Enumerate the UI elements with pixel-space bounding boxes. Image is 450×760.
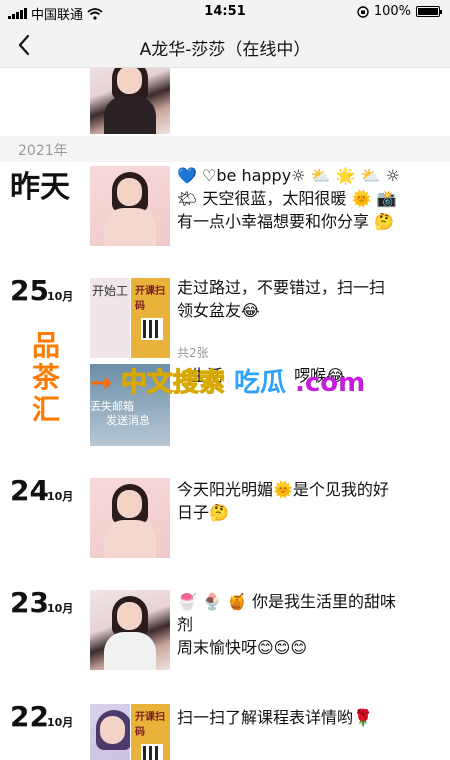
post-line: 剂 <box>177 615 194 634</box>
watermark-arrow: → <box>90 368 112 398</box>
post-day: 25 <box>10 274 49 307</box>
post-day: 23 <box>10 586 49 619</box>
post-line: 走过路过，不要错过，扫一扫 <box>177 278 386 297</box>
post-line: 有一点小幸福想要和你分享 🤔 <box>177 212 395 231</box>
post-photo[interactable]: 开课扫码 <box>131 278 170 358</box>
post-line: 扫一扫了解课程表详情哟🌹 <box>177 708 373 727</box>
post-line: 今天阳光明媚🌞是个见我的好 <box>177 480 389 499</box>
qr-code-icon <box>141 318 163 340</box>
post-photo[interactable] <box>90 704 130 760</box>
watermark-vertical: 品 茶 汇 <box>32 330 72 426</box>
poster-title: 开课扫码 <box>135 712 165 738</box>
watermark-char: 汇 <box>32 393 61 426</box>
page-title: A龙华-莎莎（在线中） <box>139 40 311 60</box>
battery-icon <box>416 6 442 17</box>
image-count: 共2张 <box>177 346 209 360</box>
post-month: 10月 <box>47 602 74 615</box>
post-day: 22 <box>10 700 49 733</box>
post-date: 昨天 <box>10 170 70 205</box>
watermark-part: 吃瓜 <box>233 368 286 398</box>
post-line: 🍧 🍨 🍯 你是我生活里的甜味 <box>177 592 397 611</box>
orientation-lock-icon <box>357 5 369 18</box>
poster-caption: 开始工 <box>92 284 129 298</box>
overlay-line: 发送消息 <box>106 414 150 427</box>
post-photo[interactable]: 开始工 <box>90 278 130 358</box>
post-text[interactable]: 扫一扫了解课程表详情哟🌹 <box>177 706 437 729</box>
post-photo[interactable] <box>90 478 170 558</box>
post-text[interactable]: 💙 ♡be happy☼ ⛅ 🌟 ⛅ ☼ 🌤 天空很蓝，太阳很暖 🌞 📸 有一点… <box>177 164 437 233</box>
post-line: 领女盆友😂 <box>177 301 260 320</box>
post-photo[interactable] <box>90 68 170 134</box>
watermark-char: 茶 <box>32 361 61 394</box>
post-text[interactable]: 走过路过，不要错过，扫一扫 领女盆友😂 <box>177 276 437 322</box>
nav-bar: A龙华-莎莎（在线中） <box>0 24 450 68</box>
year-header: 2021年 <box>0 136 450 162</box>
post-photo[interactable] <box>90 166 170 246</box>
post-month: 10月 <box>47 490 74 503</box>
post-month: 10月 <box>47 716 74 729</box>
poster-title: 开课扫码 <box>135 286 165 312</box>
post-day: 24 <box>10 474 49 507</box>
watermark-part: .com <box>295 368 366 398</box>
post-month: 10月 <box>47 290 74 303</box>
qr-code-icon <box>141 744 163 760</box>
overlay-line: 丢失邮箱 <box>90 400 134 413</box>
status-bar: 中国联通 14:51 100% <box>0 0 450 24</box>
post-line: 周末愉快呀😊😊😊 <box>177 638 308 657</box>
status-right: 100% <box>357 4 442 19</box>
post-photo[interactable] <box>90 590 170 670</box>
battery-level <box>418 8 438 15</box>
watermark-char: 品 <box>32 329 61 362</box>
post-line: 日子🤔 <box>177 503 229 522</box>
post-line: 🌤 天空很蓝，太阳很暖 🌞 📸 <box>177 189 397 208</box>
watermark-text: → 中文搜索 吃瓜 .com <box>90 362 365 399</box>
post-line: 💙 ♡be happy☼ ⛅ 🌟 ⛅ ☼ <box>177 166 400 185</box>
battery-percent: 100% <box>373 4 411 19</box>
post-text[interactable]: 🍧 🍨 🍯 你是我生活里的甜味 剂 周末愉快呀😊😊😊 <box>177 590 437 659</box>
post-text[interactable]: 今天阳光明媚🌞是个见我的好 日子🤔 <box>177 478 437 524</box>
post-photo[interactable]: 开课扫码 <box>131 704 170 760</box>
watermark-part: 中文搜索 <box>120 368 225 399</box>
